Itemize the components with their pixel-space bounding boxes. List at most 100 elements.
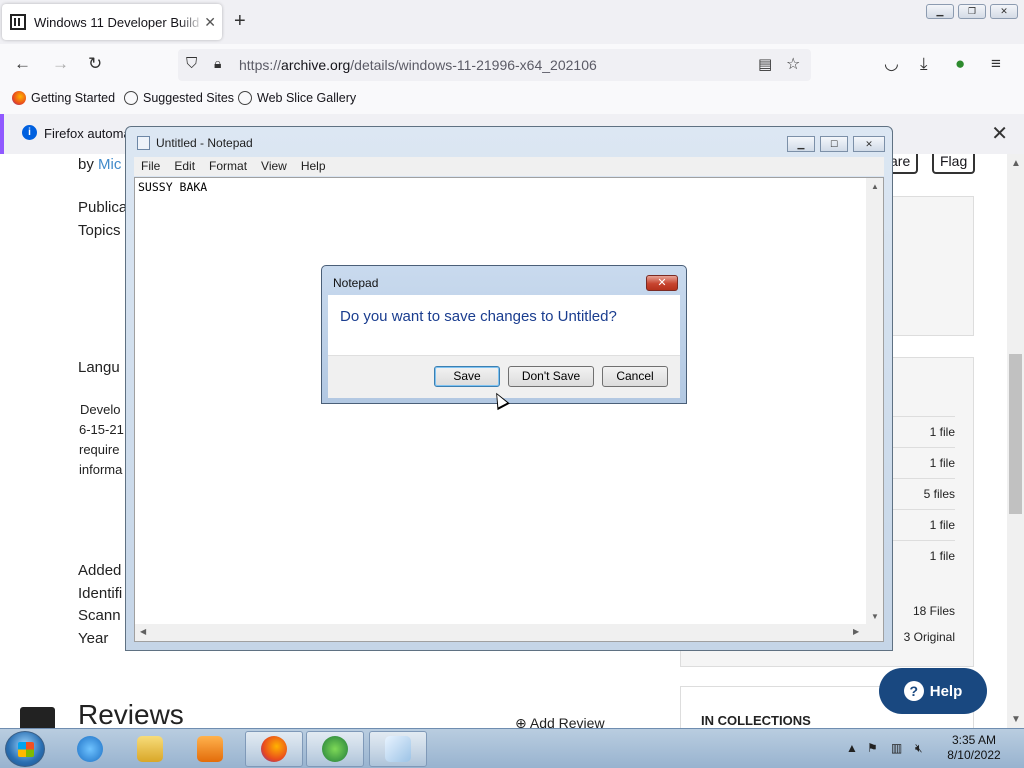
bookmark-star-icon[interactable]: ☆: [786, 54, 800, 74]
cancel-button[interactable]: Cancel: [602, 366, 668, 387]
plus-circle-icon: ⊕: [515, 715, 527, 728]
close-window-icon[interactable]: ✕: [990, 4, 1018, 19]
bookmark-getting-started[interactable]: Getting Started: [12, 91, 115, 105]
dialog-close-icon[interactable]: ✕: [646, 275, 678, 291]
taskbar-firefox[interactable]: [245, 731, 303, 767]
minimize-icon[interactable]: ▁: [787, 136, 815, 152]
dialog-message: Do you want to save changes to Untitled?: [340, 308, 617, 325]
clock-date: 8/10/2022: [947, 748, 1001, 762]
file-count[interactable]: 1 file: [891, 416, 955, 447]
firefox-icon: [12, 91, 26, 105]
close-icon[interactable]: ✕: [853, 136, 885, 152]
identifier-label: Identifi: [78, 585, 123, 602]
taskbar: ▲ ⚑ ▥ 🔇︎ 3:35 AM 8/10/2022: [0, 728, 1024, 768]
menu-format[interactable]: Format: [202, 157, 254, 176]
author-link[interactable]: Mic: [98, 156, 121, 173]
menu-icon[interactable]: ≡: [991, 54, 1001, 74]
bookmark-suggested-sites[interactable]: Suggested Sites: [124, 91, 234, 105]
download-icon[interactable]: ⤓: [920, 54, 928, 74]
action-center-flag-icon[interactable]: ⚑: [867, 741, 878, 755]
file-count[interactable]: 5 files: [891, 478, 955, 509]
back-icon[interactable]: ←: [14, 54, 31, 74]
notification-close-icon[interactable]: ✕: [991, 121, 1008, 146]
help-button[interactable]: ? Help: [879, 668, 987, 714]
description-line: informa: [79, 462, 123, 477]
menu-help[interactable]: Help: [294, 157, 333, 176]
notepad-content[interactable]: SUSSY BAKA: [138, 180, 207, 194]
notepad-horizontal-scrollbar[interactable]: ◀ ▶: [135, 624, 883, 641]
taskbar-internet-explorer[interactable]: [61, 731, 119, 767]
dialog-body: Do you want to save changes to Untitled?…: [328, 295, 680, 398]
browser-nav-bar: ← → ↻ ⛉ 🔒︎ https://archive.org/details/w…: [0, 44, 1024, 86]
reviews-icon: [20, 707, 55, 728]
clock-time: 3:35 AM: [951, 733, 997, 747]
added-label: Added: [78, 562, 122, 579]
scroll-down-icon[interactable]: ▼: [871, 612, 879, 621]
network-icon[interactable]: ▥: [891, 741, 902, 755]
menu-view[interactable]: View: [254, 157, 294, 176]
notepad-icon: [385, 736, 411, 762]
dialog-title: Notepad: [333, 276, 379, 290]
page-scrollbar-thumb[interactable]: [1009, 354, 1022, 514]
save-button[interactable]: Save: [434, 366, 500, 387]
notepad-title: Untitled - Notepad: [156, 136, 253, 150]
browser-tab[interactable]: Windows 11 Developer Build 21996 ✕: [2, 4, 222, 40]
file-count[interactable]: 1 file: [891, 447, 955, 478]
globe-icon: [124, 91, 138, 105]
url-bar[interactable]: ⛉ 🔒︎ https://archive.org/details/windows…: [178, 49, 811, 81]
volume-muted-icon[interactable]: 🔇︎: [915, 741, 923, 756]
maximize-icon[interactable]: ☐: [820, 136, 848, 152]
description-line: 6-15-21: [79, 422, 124, 437]
folder-icon: [137, 736, 163, 762]
publication-label: Publica: [78, 199, 128, 216]
globe-icon: [238, 91, 252, 105]
url-text[interactable]: https://archive.org/details/windows-11-2…: [239, 57, 597, 73]
tab-title: Windows 11 Developer Build 21996: [34, 14, 204, 30]
notepad-menubar: File Edit Format View Help: [134, 157, 884, 176]
dont-save-button[interactable]: Don't Save: [508, 366, 594, 387]
reader-view-icon[interactable]: ▤: [758, 55, 772, 73]
start-button[interactable]: [5, 731, 45, 767]
reload-icon[interactable]: ↻: [88, 54, 102, 74]
menu-file[interactable]: File: [134, 157, 167, 176]
description-line: require: [79, 442, 120, 457]
restore-icon[interactable]: ❐: [958, 4, 986, 19]
scroll-left-icon[interactable]: ◀: [140, 627, 146, 636]
menu-edit[interactable]: Edit: [167, 157, 202, 176]
bookmarks-toolbar: Getting Started Suggested Sites Web Slic…: [0, 86, 1024, 114]
scroll-up-icon[interactable]: ▲: [1011, 158, 1021, 169]
system-clock[interactable]: 3:35 AM 8/10/2022: [944, 733, 1004, 763]
extension-icon[interactable]: ●: [955, 54, 965, 74]
notepad-text-area[interactable]: SUSSY BAKA ▲ ▼ ◀ ▶: [134, 177, 884, 642]
scroll-right-icon[interactable]: ▶: [853, 627, 859, 636]
show-hidden-icons-icon[interactable]: ▲: [846, 741, 858, 755]
question-icon: ?: [903, 681, 924, 701]
scanner-label: Scann: [78, 607, 121, 624]
scroll-down-icon[interactable]: ▼: [1011, 714, 1021, 725]
minimize-icon[interactable]: ▁: [926, 4, 954, 19]
language-label: Langu: [78, 359, 120, 376]
info-icon: i: [22, 125, 37, 140]
file-count[interactable]: 1 file: [891, 540, 955, 571]
pocket-icon[interactable]: ◡: [884, 54, 899, 74]
taskbar-notepad[interactable]: [369, 731, 427, 767]
bookmark-web-slice-gallery[interactable]: Web Slice Gallery: [238, 91, 356, 105]
taskbar-globe-app[interactable]: [306, 731, 364, 767]
new-tab-icon[interactable]: +: [234, 10, 246, 33]
notepad-vertical-scrollbar[interactable]: ▲ ▼: [866, 178, 883, 626]
tab-close-icon[interactable]: ✕: [204, 14, 216, 31]
taskbar-explorer[interactable]: [121, 731, 179, 767]
shield-icon[interactable]: ⛉: [186, 55, 197, 72]
original-count[interactable]: 3 Original: [891, 622, 955, 653]
taskbar-media-player[interactable]: [181, 731, 239, 767]
add-review-link[interactable]: ⊕ Add Review: [515, 715, 605, 728]
scroll-up-icon[interactable]: ▲: [871, 182, 879, 191]
browser-tab-bar: Windows 11 Developer Build 21996 ✕ + ▁ ❐…: [0, 0, 1024, 44]
media-player-icon: [197, 736, 223, 762]
lock-icon[interactable]: 🔒︎: [214, 55, 221, 72]
reviews-heading: Reviews: [78, 699, 184, 728]
file-count[interactable]: 1 file: [891, 509, 955, 540]
firefox-icon: [261, 736, 287, 762]
forward-icon[interactable]: →: [52, 54, 69, 74]
flag-button[interactable]: Flag: [932, 154, 976, 174]
